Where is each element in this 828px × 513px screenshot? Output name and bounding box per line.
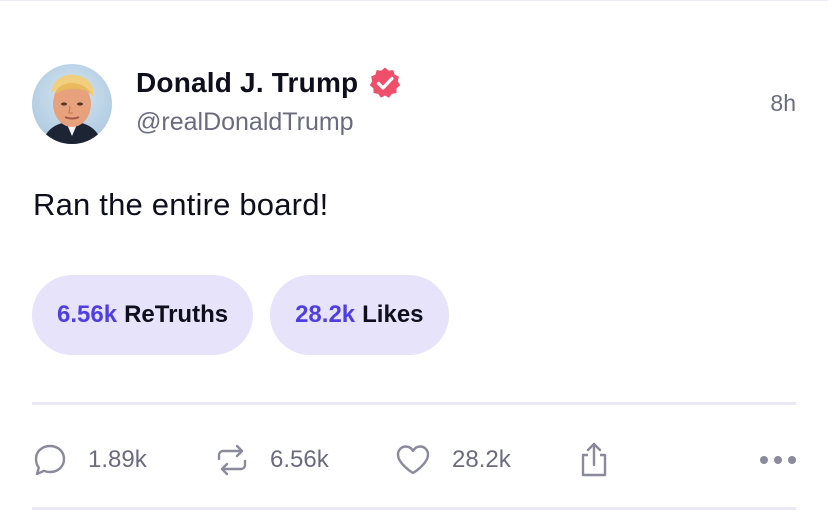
share-button[interactable] [578,436,610,484]
more-icon-dot [788,456,796,464]
share-icon [578,441,610,479]
retruths-label: ReTruths [124,301,229,328]
heart-icon [394,442,432,478]
divider-top [32,402,796,405]
like-count: 28.2k [452,446,511,473]
name-row: Donald J. Trump [136,66,402,100]
retruth-button[interactable]: 6.56k [214,436,329,484]
retruth-count: 6.56k [270,446,329,473]
user-handle[interactable]: @realDonaldTrump [136,108,402,137]
post-text: Ran the entire board! [33,187,329,222]
author-block: Donald J. Trump @realDonaldTrump [136,66,402,137]
truth-post: Donald J. Trump @realDonaldTrump 8h Ran … [0,0,828,513]
retruth-icon [214,442,250,478]
more-icon [760,456,768,464]
likes-label: Likes [362,301,424,328]
reply-icon [32,442,68,478]
retruths-count: 6.56k [57,301,118,328]
likes-count: 28.2k [295,301,356,328]
more-icon-dot [774,456,782,464]
display-name[interactable]: Donald J. Trump [136,67,358,99]
reply-count: 1.89k [88,446,147,473]
retruths-count-button[interactable]: 6.56k ReTruths [32,275,254,355]
avatar-image [32,64,112,144]
divider-bottom [32,507,796,510]
likes-count-button[interactable]: 28.2k Likes [270,275,449,355]
verified-badge-icon [368,66,402,100]
avatar[interactable] [32,64,112,144]
action-bar: 1.89k 6.56k 28.2k [32,436,796,484]
reply-button[interactable]: 1.89k [32,436,147,484]
engagement-summary: 6.56k ReTruths 28.2k Likes [32,275,449,355]
like-button[interactable]: 28.2k [394,436,511,484]
more-options-button[interactable] [760,446,796,474]
post-timestamp[interactable]: 8h [770,90,796,117]
